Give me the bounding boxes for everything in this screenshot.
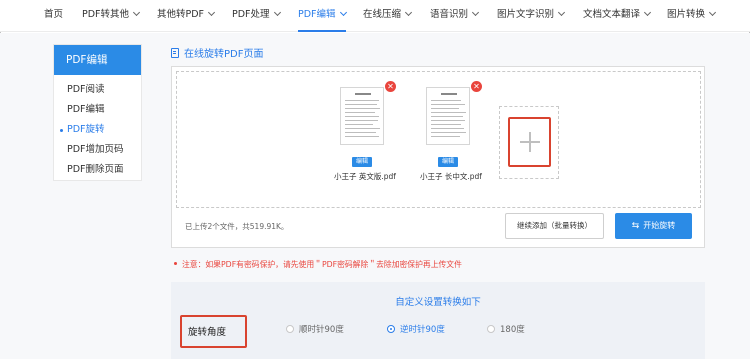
nav-item-label: 其他转PDF <box>157 9 205 20</box>
nav-item-pdf-edit[interactable]: PDF编辑 <box>298 0 347 32</box>
drop-zone[interactable]: ✕ 编辑 小王子 英文版.pdf ✕ 编辑 小王子 长中文.pdf <box>176 71 701 208</box>
sidebar-title: PDF编辑 <box>54 45 141 75</box>
pdf-thumbnail[interactable] <box>340 87 384 145</box>
sidebar: PDF编辑 PDF阅读 PDF编辑 PDF旋转 PDF增加页码 PDF删除页面 <box>53 44 142 181</box>
sidebar-item-pdf-read[interactable]: PDF阅读 <box>54 80 141 100</box>
radio-label: 顺时针90度 <box>299 325 344 335</box>
nav-item-label: PDF编辑 <box>298 9 336 20</box>
nav-item-compress[interactable]: 在线压缩 <box>363 0 413 32</box>
radio-clockwise-90[interactable]: 顺时针90度 <box>286 323 344 335</box>
upload-panel: ✕ 编辑 小王子 英文版.pdf ✕ 编辑 小王子 长中文.pdf 已上传2个文… <box>171 66 705 248</box>
chevron-down-icon <box>273 8 281 17</box>
chevron-down-icon <box>557 8 566 17</box>
settings-title: 自定义设置转换如下 <box>395 297 481 308</box>
nav-item-label: 图片文字识别 <box>497 9 555 20</box>
edit-file-button[interactable]: 编辑 <box>438 157 458 167</box>
page-title-text: 在线旋转PDF页面 <box>184 49 264 60</box>
radio-180[interactable]: 180度 <box>487 323 525 335</box>
nav-item-label: PDF处理 <box>232 9 270 20</box>
radio-counterclockwise-90[interactable]: 逆时针90度 <box>387 323 445 335</box>
highlight-outline <box>508 117 551 167</box>
notice-text: 注意：如果PDF有密码保护，请先使用＂PDF密码解除＂去除加密保护再上传文件 <box>182 260 462 269</box>
chevron-down-icon <box>708 8 717 17</box>
remove-file-icon[interactable]: ✕ <box>471 81 482 92</box>
chevron-down-icon <box>207 8 216 17</box>
sidebar-item-pdf-edit[interactable]: PDF编辑 <box>54 100 141 120</box>
chevron-down-icon <box>643 8 652 17</box>
remove-file-icon[interactable]: ✕ <box>385 81 396 92</box>
nav-item-other-to-pdf[interactable]: 其他转PDF <box>157 0 216 32</box>
nav-item-label: 语音识别 <box>430 9 469 20</box>
nav-item-ocr[interactable]: 图片文字识别 <box>497 0 566 32</box>
start-rotate-label: 开始旋转 <box>643 221 676 230</box>
radio-circle-icon <box>487 325 495 333</box>
nav-item-label: 在线压缩 <box>363 9 402 20</box>
swap-arrows-icon: ⇆ <box>631 221 640 231</box>
bullet-icon <box>174 262 177 265</box>
file-name: 小王子 英文版.pdf <box>334 172 396 181</box>
nav-item-label: PDF转其他 <box>82 9 130 20</box>
nav-item-label: 图片转换 <box>667 9 706 20</box>
chevron-down-icon <box>404 8 413 17</box>
nav-item-label: 首页 <box>44 9 64 20</box>
top-nav: 首页 PDF转其他 其他转PDF PDF处理 PDF编辑 在线压缩 语音识别 图… <box>0 0 750 32</box>
sidebar-item-pdf-delete-page[interactable]: PDF删除页面 <box>54 160 141 180</box>
chevron-down-icon <box>339 8 347 17</box>
highlight-outline <box>180 315 247 348</box>
chevron-down-icon <box>132 8 141 17</box>
upload-summary: 已上传2个文件，共519.91K。 <box>185 222 289 231</box>
nav-item-pdf-process[interactable]: PDF处理 <box>232 0 281 32</box>
pdf-thumbnail[interactable] <box>426 87 470 145</box>
nav-item-home[interactable]: 首页 <box>44 0 63 32</box>
start-rotate-button[interactable]: ⇆ 开始旋转 <box>615 213 692 239</box>
edit-file-button[interactable]: 编辑 <box>352 157 372 167</box>
radio-label: 180度 <box>500 325 525 335</box>
password-notice: 注意：如果PDF有密码保护，请先使用＂PDF密码解除＂去除加密保护再上传文件 <box>174 259 462 270</box>
page-title: 在线旋转PDF页面 <box>171 45 263 60</box>
settings-panel: 自定义设置转换如下 旋转角度 顺时针90度 逆时针90度 180度 <box>171 282 705 359</box>
nav-item-image-convert[interactable]: 图片转换 <box>667 0 717 32</box>
sidebar-item-pdf-page-number[interactable]: PDF增加页码 <box>54 140 141 160</box>
nav-item-translate[interactable]: 文档文本翻译 <box>583 0 652 32</box>
continue-add-button[interactable]: 继续添加（批量转换） <box>505 213 604 239</box>
sidebar-item-pdf-rotate[interactable]: PDF旋转 <box>54 120 141 140</box>
radio-label: 逆时针90度 <box>400 325 445 335</box>
file-name: 小王子 长中文.pdf <box>420 172 482 181</box>
nav-item-speech[interactable]: 语音识别 <box>430 0 480 32</box>
radio-circle-icon <box>286 325 294 333</box>
nav-item-label: 文档文本翻译 <box>583 9 641 20</box>
nav-item-pdf-to-other[interactable]: PDF转其他 <box>82 0 141 32</box>
chevron-down-icon <box>471 8 480 17</box>
document-icon <box>171 48 179 58</box>
radio-checked-icon <box>387 325 395 333</box>
